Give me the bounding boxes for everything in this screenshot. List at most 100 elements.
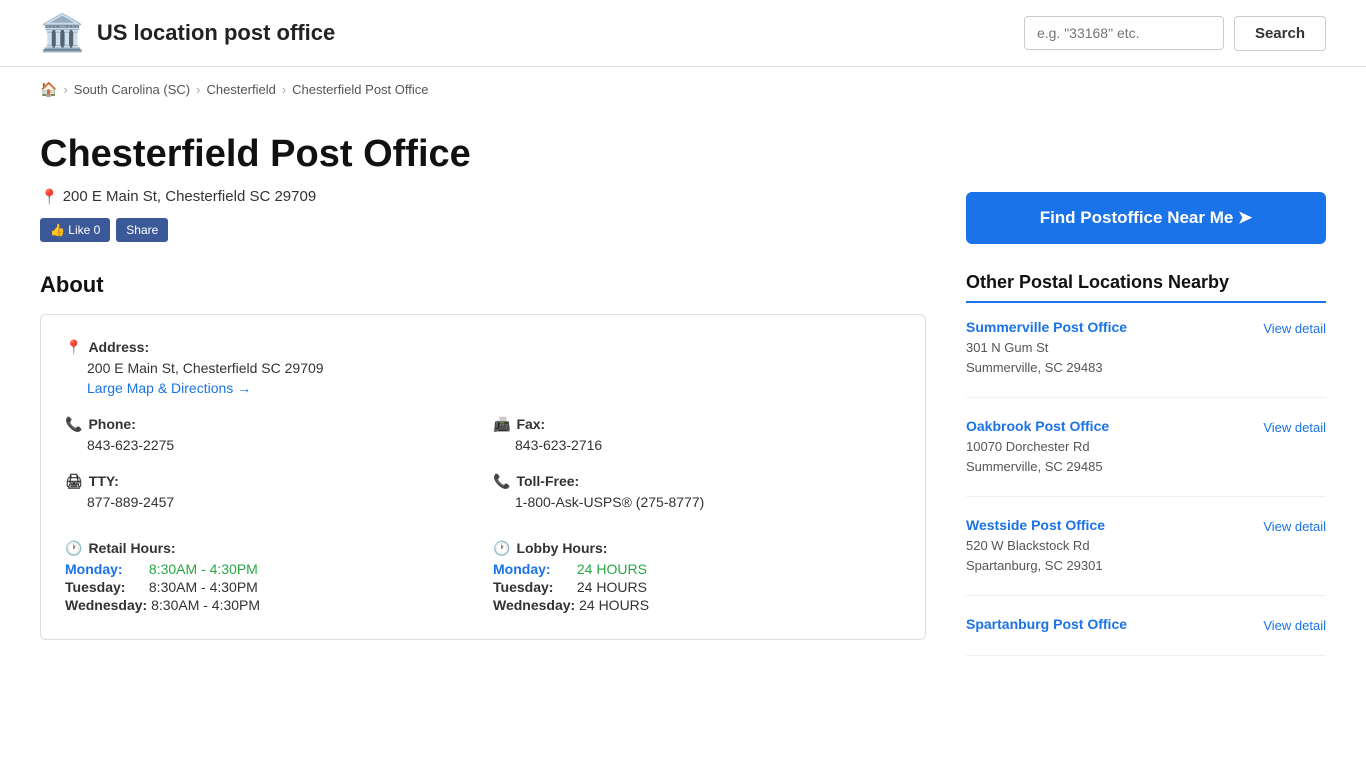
nearby-oakbrook-link[interactable]: Oakbrook Post Office (966, 418, 1109, 434)
tty-label: 🖨 TTY: (65, 473, 473, 490)
lobby-monday-row: Monday: 24 HOURS (493, 561, 901, 577)
retail-monday-day: Monday: (65, 561, 145, 577)
clock-icon: 🕐 (65, 540, 82, 557)
find-postoffice-button[interactable]: Find Postoffice Near Me ➤ (966, 192, 1326, 244)
breadcrumb-sep-2: › (196, 82, 200, 97)
retail-hours-label: 🕐 Retail Hours: (65, 540, 473, 557)
breadcrumb-sep-3: › (282, 82, 286, 97)
breadcrumb-current[interactable]: Chesterfield Post Office (292, 82, 428, 97)
nearby-item-summerville: Summerville Post Office 301 N Gum St Sum… (966, 319, 1326, 398)
nearby-summerville-addr2: Summerville, SC 29483 (966, 360, 1103, 375)
nearby-item-westside: Westside Post Office 520 W Blackstock Rd… (966, 517, 1326, 596)
site-header: 🏛️ US location post office Search (0, 0, 1366, 67)
retail-tuesday-row: Tuesday: 8:30AM - 4:30PM (65, 579, 473, 595)
header-address: 200 E Main St, Chesterfield SC 29709 (63, 188, 316, 205)
tollfree-label: 📞 Toll-Free: (493, 473, 901, 490)
lobby-wednesday-day: Wednesday: (493, 597, 575, 613)
address-label: 📍 Address: (65, 339, 901, 356)
phone-fax-grid: 📞 Phone: 843-623-2275 📠 Fax: 843-623-271… (65, 416, 901, 473)
map-link-container: Large Map & Directions → (87, 380, 901, 396)
lobby-hours-label: 🕐 Lobby Hours: (493, 540, 901, 557)
phone-icon: 📞 (65, 416, 82, 433)
header-brand: 🏛️ US location post office (40, 15, 335, 51)
tty-icon: 🖨 (65, 473, 83, 490)
nearby-info-westside: Westside Post Office 520 W Blackstock Rd… (966, 517, 1105, 575)
fax-label: 📠 Fax: (493, 416, 901, 433)
tty-value: 877-889-2457 (87, 494, 473, 510)
fb-like-button[interactable]: 👍 Like 0 (40, 218, 110, 242)
nearby-spartanburg-viewdetail[interactable]: View detail (1263, 618, 1326, 633)
map-directions-link[interactable]: Large Map & Directions → (87, 380, 251, 396)
breadcrumb-sep-1: › (63, 82, 67, 97)
lobby-tuesday-row: Tuesday: 24 HOURS (493, 579, 901, 595)
lobby-clock-icon: 🕐 (493, 540, 510, 557)
tollfree-value: 1-800-Ask-USPS® (275-8777) (515, 494, 901, 510)
nearby-info-summerville: Summerville Post Office 301 N Gum St Sum… (966, 319, 1127, 377)
lobby-wednesday-row: Wednesday: 24 HOURS (493, 597, 901, 613)
retail-monday-row: Monday: 8:30AM - 4:30PM (65, 561, 473, 577)
phone-label: 📞 Phone: (65, 416, 473, 433)
content-left: Chesterfield Post Office 📍 200 E Main St… (40, 132, 926, 676)
fax-icon: 📠 (493, 416, 510, 433)
retail-monday-time: 8:30AM - 4:30PM (145, 561, 258, 577)
lobby-tuesday-day: Tuesday: (493, 579, 573, 595)
breadcrumb-state[interactable]: South Carolina (SC) (74, 82, 190, 97)
nearby-item-oakbrook: Oakbrook Post Office 10070 Dorchester Rd… (966, 418, 1326, 497)
nearby-title: Other Postal Locations Nearby (966, 272, 1326, 303)
nearby-oakbrook-addr1: 10070 Dorchester Rd (966, 439, 1090, 454)
search-button[interactable]: Search (1234, 16, 1326, 51)
search-input[interactable] (1024, 16, 1224, 50)
info-card: 📍 Address: 200 E Main St, Chesterfield S… (40, 314, 926, 640)
home-icon[interactable]: 🏠 (40, 81, 57, 98)
nearby-summerville-link[interactable]: Summerville Post Office (966, 319, 1127, 335)
header-search: Search (1024, 16, 1326, 51)
tollfree-section: 📞 Toll-Free: 1-800-Ask-USPS® (275-8777) (493, 473, 901, 510)
nearby-westside-viewdetail[interactable]: View detail (1263, 519, 1326, 534)
tty-section: 🖨 TTY: 877-889-2457 (65, 473, 473, 510)
fax-section: 📠 Fax: 843-623-2716 (493, 416, 901, 453)
main-layout: Chesterfield Post Office 📍 200 E Main St… (0, 112, 1366, 696)
nearby-oakbrook-addr2: Summerville, SC 29485 (966, 459, 1103, 474)
content-right: Find Postoffice Near Me ➤ Other Postal L… (966, 132, 1326, 676)
fb-share-button[interactable]: Share (116, 218, 168, 242)
nearby-westside-link[interactable]: Westside Post Office (966, 517, 1105, 533)
nearby-info-oakbrook: Oakbrook Post Office 10070 Dorchester Rd… (966, 418, 1109, 476)
nearby-westside-addr1: 520 W Blackstock Rd (966, 538, 1090, 553)
social-buttons: 👍 Like 0 Share (40, 218, 926, 242)
pin-icon: 📍 (40, 188, 59, 206)
nearby-item-spartanburg: Spartanburg Post Office View detail (966, 616, 1326, 656)
retail-hours-section: 🕐 Retail Hours: Monday: 8:30AM - 4:30PM … (65, 540, 473, 615)
hours-grid: 🕐 Retail Hours: Monday: 8:30AM - 4:30PM … (65, 530, 901, 615)
retail-tuesday-day: Tuesday: (65, 579, 145, 595)
breadcrumb: 🏠 › South Carolina (SC) › Chesterfield ›… (0, 67, 1366, 112)
lobby-wednesday-time: 24 HOURS (575, 597, 649, 613)
lobby-hours-section: 🕐 Lobby Hours: Monday: 24 HOURS Tuesday:… (493, 540, 901, 615)
breadcrumb-city[interactable]: Chesterfield (206, 82, 275, 97)
nearby-info-spartanburg: Spartanburg Post Office (966, 616, 1127, 635)
retail-wednesday-day: Wednesday: (65, 597, 147, 613)
address-value: 200 E Main St, Chesterfield SC 29709 (87, 360, 901, 376)
retail-wednesday-row: Wednesday: 8:30AM - 4:30PM (65, 597, 473, 613)
nearby-summerville-addr1: 301 N Gum St (966, 340, 1048, 355)
nearby-summerville-viewdetail[interactable]: View detail (1263, 321, 1326, 336)
page-title: Chesterfield Post Office (40, 132, 926, 178)
lobby-monday-time: 24 HOURS (573, 561, 647, 577)
tty-tollfree-grid: 🖨 TTY: 877-889-2457 📞 Toll-Free: 1-800-A… (65, 473, 901, 530)
address-section: 📍 Address: 200 E Main St, Chesterfield S… (65, 339, 901, 396)
phone-value: 843-623-2275 (87, 437, 473, 453)
lobby-monday-day: Monday: (493, 561, 573, 577)
about-title: About (40, 272, 926, 298)
address-header: 📍 200 E Main St, Chesterfield SC 29709 (40, 188, 926, 206)
retail-tuesday-time: 8:30AM - 4:30PM (145, 579, 258, 595)
phone-section: 📞 Phone: 843-623-2275 (65, 416, 473, 453)
nearby-westside-addr2: Spartanburg, SC 29301 (966, 558, 1103, 573)
lobby-tuesday-time: 24 HOURS (573, 579, 647, 595)
address-pin-icon: 📍 (65, 339, 82, 356)
nearby-oakbrook-viewdetail[interactable]: View detail (1263, 420, 1326, 435)
retail-wednesday-time: 8:30AM - 4:30PM (147, 597, 260, 613)
tollfree-icon: 📞 (493, 473, 510, 490)
site-title: US location post office (97, 20, 335, 46)
fax-value: 843-623-2716 (515, 437, 901, 453)
nearby-spartanburg-link[interactable]: Spartanburg Post Office (966, 616, 1127, 632)
site-logo-icon: 🏛️ (40, 15, 85, 51)
